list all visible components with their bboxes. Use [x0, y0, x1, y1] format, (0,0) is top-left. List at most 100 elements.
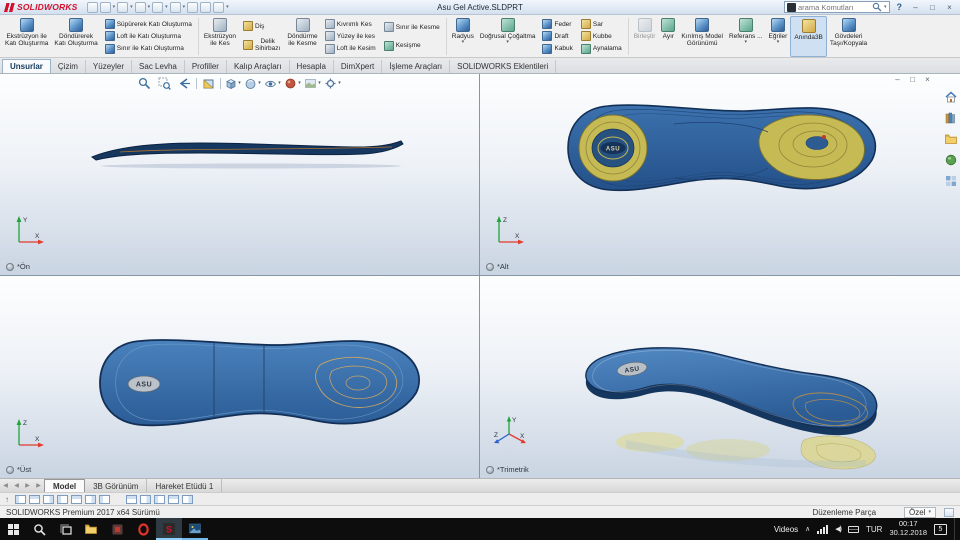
- tray-expand-icon[interactable]: ∧: [805, 525, 810, 533]
- open-icon[interactable]: [99, 1, 111, 13]
- dock-icon[interactable]: [57, 494, 68, 504]
- resources-home-icon[interactable]: [944, 90, 958, 104]
- dock-icon[interactable]: [154, 494, 165, 504]
- 3d-views-tab[interactable]: 3B Görünüm: [85, 479, 148, 492]
- open-caret-icon[interactable]: ▾: [113, 4, 116, 10]
- swept-boss-button[interactable]: Süpürerek Katı Oluşturma: [103, 19, 194, 30]
- previous-view-button[interactable]: [176, 76, 193, 91]
- opera-button[interactable]: [130, 518, 156, 540]
- appearance-caret-icon[interactable]: ▾: [298, 80, 301, 87]
- tab-scroll-first-button[interactable]: ◀: [0, 479, 11, 492]
- dock-icon[interactable]: [71, 494, 82, 504]
- curves-caret-icon[interactable]: ▾: [777, 40, 780, 46]
- wrap-button[interactable]: Sar: [579, 19, 624, 30]
- view-orientation-button[interactable]: ▾: [224, 76, 241, 91]
- language-indicator[interactable]: TUR: [866, 525, 882, 534]
- boundary-cut-button[interactable]: Sınır ile Kesme: [382, 22, 442, 33]
- display-style-caret-icon[interactable]: ▾: [258, 80, 261, 87]
- show-desktop-button[interactable]: [954, 518, 958, 540]
- reference-caret-icon[interactable]: ▾: [744, 40, 747, 46]
- photos-button[interactable]: [182, 518, 208, 540]
- undo-icon[interactable]: [152, 1, 164, 13]
- dock-icon[interactable]: [182, 494, 193, 504]
- mirror-button[interactable]: Aynalama: [579, 43, 624, 54]
- linear-pattern-button[interactable]: Doğrusal Çoğaltma ▾: [477, 16, 539, 57]
- bottom-view-pane[interactable]: ASU Z X *Alt: [480, 74, 960, 275]
- tab-evaluate[interactable]: Hesapla: [290, 60, 334, 73]
- zoom-fit-button[interactable]: [136, 76, 153, 91]
- tab-scroll-prev-button[interactable]: ◀: [11, 479, 22, 492]
- thread-button[interactable]: Diş: [241, 21, 282, 32]
- lofted-boss-button[interactable]: Loft ile Katı Oluşturma: [103, 31, 194, 42]
- tab-addins[interactable]: SOLIDWORKS Eklentileri: [450, 60, 557, 73]
- action-center-icon[interactable]: 5: [934, 523, 947, 535]
- front-view-pane[interactable]: Y X *Ön: [0, 74, 479, 275]
- select-caret-icon[interactable]: ▾: [183, 4, 186, 10]
- print-caret-icon[interactable]: ▾: [148, 4, 151, 10]
- dock-icon[interactable]: [29, 494, 40, 504]
- dock-icon[interactable]: [140, 494, 151, 504]
- command-search[interactable]: ▾: [783, 1, 890, 13]
- units-dropdown[interactable]: Özel ▾: [904, 506, 936, 518]
- instant3d-button[interactable]: Anında3B: [790, 16, 827, 57]
- fillet-caret-icon[interactable]: ▾: [462, 40, 465, 46]
- zoom-area-button[interactable]: [156, 76, 173, 91]
- motion-study-tab[interactable]: Hareket Etüdü 1: [147, 479, 223, 492]
- tab-machining[interactable]: İşleme Araçları: [382, 60, 451, 73]
- linear-pattern-caret-icon[interactable]: ▾: [506, 40, 509, 46]
- taskbar-search-button[interactable]: [26, 518, 52, 540]
- rebuild-icon[interactable]: [187, 1, 199, 13]
- tab-sheet-metal[interactable]: Sac Levha: [132, 60, 185, 73]
- doc-close-button[interactable]: ×: [921, 74, 934, 85]
- edit-appearance-button[interactable]: ▾: [284, 76, 301, 91]
- new-document-icon[interactable]: [86, 1, 98, 13]
- lofted-cut-button[interactable]: Loft ile Kesim: [323, 43, 378, 54]
- volume-icon[interactable]: ◀): [835, 525, 842, 533]
- pinned-app-button[interactable]: [104, 518, 130, 540]
- tab-scroll-last-button[interactable]: ▶: [33, 479, 44, 492]
- options-icon[interactable]: [213, 1, 225, 13]
- move-copy-bodies-button[interactable]: Gövdeleri Taşı/Kopyala: [827, 16, 870, 57]
- curves-button[interactable]: Eğriler ▾: [766, 16, 791, 57]
- dock-icon[interactable]: [126, 494, 137, 504]
- collapse-panel-icon[interactable]: ↑: [5, 495, 9, 504]
- scene-caret-icon[interactable]: ▾: [318, 80, 321, 87]
- intersect-button[interactable]: Kesişme: [382, 40, 442, 51]
- close-button[interactable]: ×: [943, 2, 956, 13]
- design-library-icon[interactable]: [944, 111, 958, 125]
- tab-sketch[interactable]: Çizim: [51, 60, 86, 73]
- apply-scene-button[interactable]: ▾: [304, 76, 321, 91]
- minimize-button[interactable]: –: [909, 2, 922, 13]
- search-type-icon[interactable]: [786, 2, 796, 12]
- boundary-boss-button[interactable]: Sınır ile Katı Oluşturma: [103, 43, 194, 54]
- split-button[interactable]: Ayır: [658, 16, 678, 57]
- maximize-button[interactable]: □: [926, 2, 939, 13]
- swept-cut-button[interactable]: Kıvrımlı Kes: [323, 19, 378, 30]
- undo-caret-icon[interactable]: ▾: [165, 4, 168, 10]
- revolved-boss-button[interactable]: Döndürerek Katı Oluşturma: [51, 16, 100, 57]
- custom-properties-icon[interactable]: [944, 174, 958, 188]
- tab-weldments[interactable]: Profiller: [185, 60, 227, 73]
- magnifier-icon[interactable]: [872, 2, 882, 12]
- draft-button[interactable]: Draft: [540, 31, 574, 42]
- dock-icon[interactable]: [85, 494, 96, 504]
- start-button[interactable]: [0, 518, 26, 540]
- display-style-button[interactable]: ▾: [244, 76, 261, 91]
- tab-mold-tools[interactable]: Kalıp Araçları: [227, 60, 290, 73]
- extruded-cut-button[interactable]: Ekstrüzyon ile Kes: [201, 16, 239, 57]
- tab-surfaces[interactable]: Yüzeyler: [86, 60, 133, 73]
- tab-dimxpert[interactable]: DimXpert: [334, 60, 383, 73]
- search-caret-icon[interactable]: ▾: [884, 4, 887, 10]
- options-caret-icon[interactable]: ▾: [226, 4, 229, 10]
- exploded-view-button[interactable]: Kırılmış Model Görünümü: [678, 16, 726, 57]
- status-options-icon[interactable]: [944, 507, 954, 517]
- taskbar-clock[interactable]: 00:17 30.12.2018: [889, 520, 927, 537]
- tray-app-label[interactable]: Videos: [774, 525, 798, 534]
- dome-button[interactable]: Kubbe: [579, 31, 624, 42]
- save-caret-icon[interactable]: ▾: [130, 4, 133, 10]
- tab-scroll-next-button[interactable]: ▶: [22, 479, 33, 492]
- trimetric-view-pane[interactable]: ASU Y X Z *Trimetrik: [480, 276, 960, 478]
- appearances-sphere-icon[interactable]: [944, 153, 958, 167]
- dock-icon[interactable]: [15, 494, 26, 504]
- shell-button[interactable]: Kabuk: [540, 43, 574, 54]
